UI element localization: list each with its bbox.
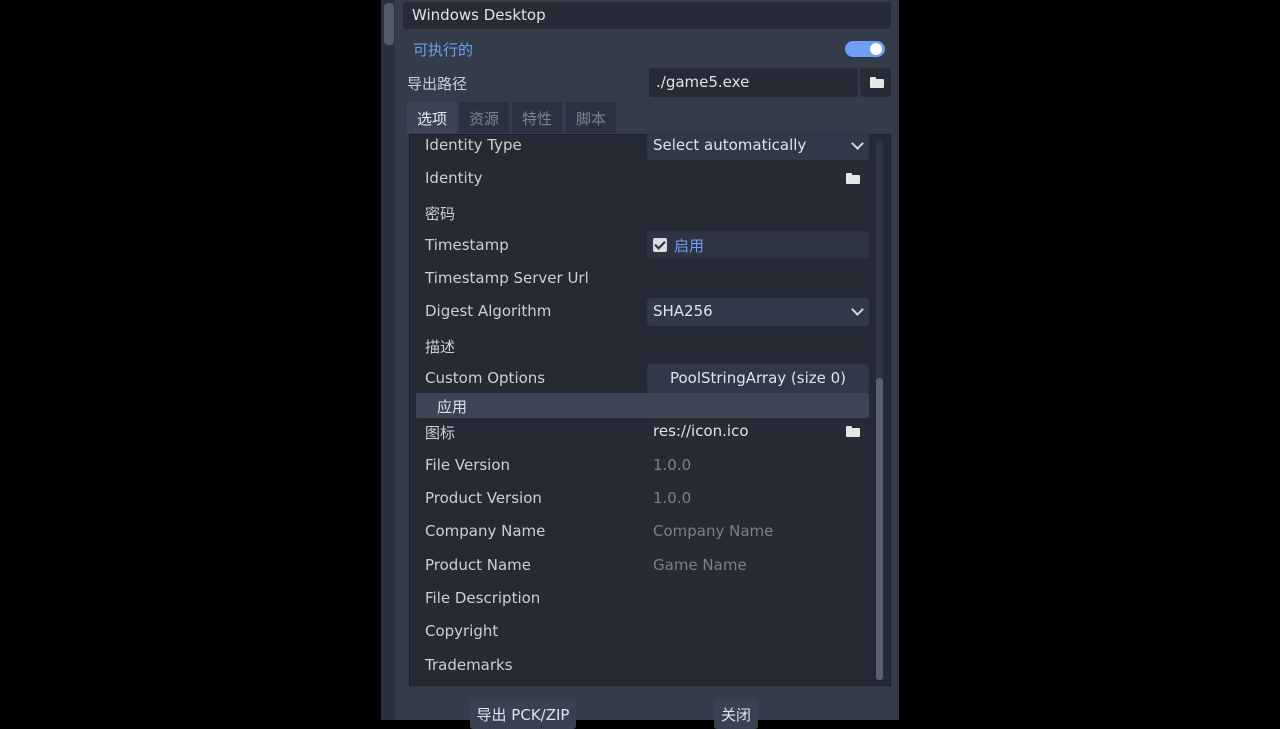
company-name-label: Company Name: [425, 522, 546, 540]
export-path-input[interactable]: ./game5.exe: [649, 68, 858, 97]
timestamp-label: Timestamp: [425, 236, 509, 254]
custom-options-array-button[interactable]: PoolStringArray (size 0): [647, 364, 869, 393]
file-version-label: File Version: [425, 456, 511, 474]
identity-type-dropdown[interactable]: Select automatically: [647, 132, 869, 160]
identity-input[interactable]: [647, 165, 832, 193]
tab-features[interactable]: 特性: [512, 102, 562, 133]
file-description-label: File Description: [425, 589, 541, 607]
trademarks-label: Trademarks: [425, 656, 513, 674]
product-version-input[interactable]: 1.0.0: [647, 485, 869, 513]
folder-icon: [870, 77, 884, 88]
tab-script[interactable]: 脚本: [566, 102, 616, 133]
folder-icon: [846, 426, 860, 437]
runnable-toggle[interactable]: [845, 41, 885, 57]
product-name-label: Product Name: [425, 556, 531, 574]
tab-options[interactable]: 选项: [407, 102, 457, 133]
product-name-input[interactable]: Game Name: [647, 552, 869, 580]
copyright-label: Copyright: [425, 622, 499, 640]
trademarks-input[interactable]: [647, 652, 869, 680]
digest-algorithm-label: Digest Algorithm: [425, 302, 552, 320]
file-version-input[interactable]: 1.0.0: [647, 452, 869, 480]
icon-label: 图标: [425, 424, 456, 442]
close-button[interactable]: 关闭: [714, 699, 758, 729]
product-version-label: Product Version: [425, 489, 542, 507]
options-scroll-thumb[interactable]: [876, 378, 883, 680]
runnable-label: 可执行的: [413, 41, 474, 59]
export-path-browse-button[interactable]: [860, 68, 891, 97]
timestamp-enabled-label: 启用: [674, 237, 705, 255]
export-path-label: 导出路径: [407, 75, 468, 93]
description-input[interactable]: [647, 332, 869, 360]
application-section-header[interactable]: 应用: [416, 393, 869, 418]
chevron-down-icon: [851, 303, 864, 316]
copyright-input[interactable]: [647, 618, 869, 646]
password-label: 密码: [425, 205, 456, 223]
digest-algorithm-dropdown[interactable]: SHA256: [647, 298, 869, 326]
toggle-knob: [870, 43, 882, 55]
export-pck-zip-button[interactable]: 导出 PCK/ZIP: [470, 699, 576, 729]
identity-label: Identity: [425, 169, 483, 187]
identity-type-label: Identity Type: [425, 136, 522, 154]
preset-list-scrollbar[interactable]: [381, 0, 395, 720]
folder-icon: [846, 173, 860, 184]
identity-type-value: Select automatically: [653, 136, 807, 154]
timestamp-checkbox-row[interactable]: 启用: [647, 231, 869, 259]
file-description-input[interactable]: [647, 585, 869, 613]
description-label: 描述: [425, 338, 456, 356]
timestamp-checkbox[interactable]: [653, 238, 667, 252]
custom-options-label: Custom Options: [425, 369, 546, 387]
tab-resources[interactable]: 资源: [459, 102, 509, 133]
preset-name-field[interactable]: Windows Desktop: [403, 2, 891, 29]
preset-list-scroll-thumb[interactable]: [384, 3, 394, 45]
timestamp-server-url-label: Timestamp Server Url: [425, 269, 589, 287]
digest-algorithm-value: SHA256: [653, 302, 713, 320]
password-input[interactable]: [647, 198, 869, 226]
company-name-input[interactable]: Company Name: [647, 518, 869, 546]
chevron-down-icon: [851, 137, 864, 150]
timestamp-server-url-input[interactable]: [647, 265, 869, 293]
icon-path-input[interactable]: res://icon.ico: [647, 418, 832, 446]
identity-browse-button[interactable]: [836, 165, 869, 193]
icon-browse-button[interactable]: [836, 418, 869, 446]
